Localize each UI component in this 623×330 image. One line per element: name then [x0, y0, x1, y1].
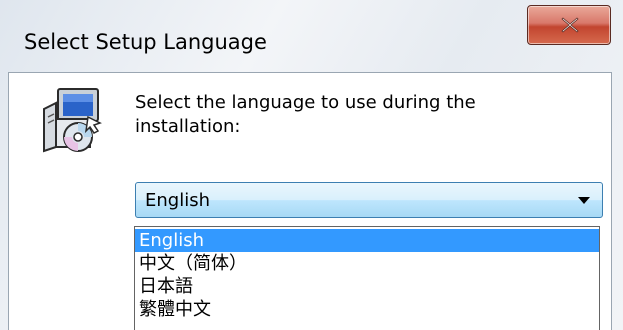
setup-language-dialog: Select Setup Language Select the languag…: [0, 0, 623, 330]
title-bar[interactable]: Select Setup Language: [0, 0, 623, 76]
setup-computer-cd-icon: [43, 88, 102, 153]
language-option-chinese-traditional[interactable]: 繁體中文: [135, 298, 599, 321]
language-select[interactable]: English: [135, 182, 603, 218]
window-title: Select Setup Language: [24, 30, 267, 54]
language-option-japanese[interactable]: 日本語: [135, 275, 599, 298]
language-option-chinese-simplified[interactable]: 中文（简体）: [135, 252, 599, 275]
instruction-text: Select the language to use during the in…: [135, 92, 476, 137]
language-dropdown-list: English 中文（简体） 日本語 繁體中文: [134, 226, 600, 330]
selected-language: English: [145, 190, 210, 211]
language-option-english[interactable]: English: [135, 229, 599, 252]
chevron-down-icon[interactable]: [578, 197, 590, 204]
close-button[interactable]: [527, 5, 611, 45]
close-icon: [561, 17, 579, 33]
